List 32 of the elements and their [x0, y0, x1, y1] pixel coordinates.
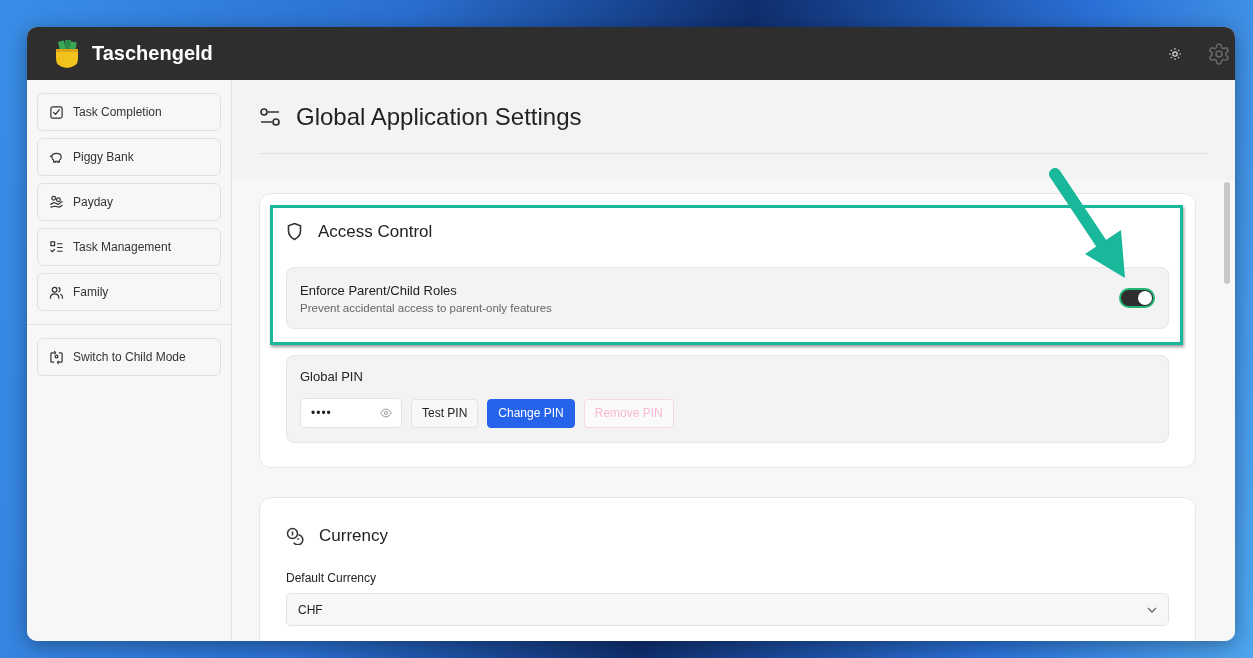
sidebar-item[interactable]: Task Management	[37, 228, 221, 266]
pin-input-field[interactable]: ••••	[300, 398, 402, 428]
section-title: Currency	[319, 525, 388, 546]
sidebar-item[interactable]: Task Completion	[37, 93, 221, 131]
sidebar-item[interactable]: Payday	[37, 183, 221, 221]
switch-mode-button[interactable]: Switch to Child Mode	[37, 338, 221, 376]
eye-icon[interactable]	[380, 408, 392, 418]
check-square-icon	[49, 104, 64, 120]
shield-icon	[286, 222, 303, 241]
pin-label: Global PIN	[300, 369, 364, 384]
sliders-icon	[259, 107, 281, 127]
users-icon	[49, 284, 64, 300]
scrollbar[interactable]	[1224, 182, 1230, 284]
sidebar-item[interactable]: Piggy Bank	[37, 138, 221, 176]
currency-select[interactable]: CHF	[286, 593, 1169, 626]
money-pocket-icon	[53, 38, 81, 69]
checklist-icon	[49, 239, 64, 255]
app-title: Taschengeld	[92, 42, 213, 65]
switch-camera-icon	[49, 349, 64, 365]
field-label: Default Currency	[286, 571, 378, 585]
page-title: Global Application Settings	[296, 103, 582, 131]
setting-description: Prevent accidental access to parent-only features	[300, 301, 552, 314]
pin-button[interactable]: Test PIN	[411, 398, 479, 428]
settings-icon[interactable]	[1207, 41, 1231, 66]
section-title: Access Control	[318, 221, 433, 242]
sidebar-item[interactable]: Family	[37, 273, 221, 311]
pin-button[interactable]: Change PIN	[487, 398, 575, 428]
coins-icon	[286, 526, 304, 545]
sun-icon[interactable]	[1169, 47, 1181, 60]
setting-label: Enforce Parent/Child Roles	[300, 282, 458, 298]
chevron-down-icon	[1147, 606, 1157, 613]
toggle-switch[interactable]	[1119, 288, 1155, 308]
